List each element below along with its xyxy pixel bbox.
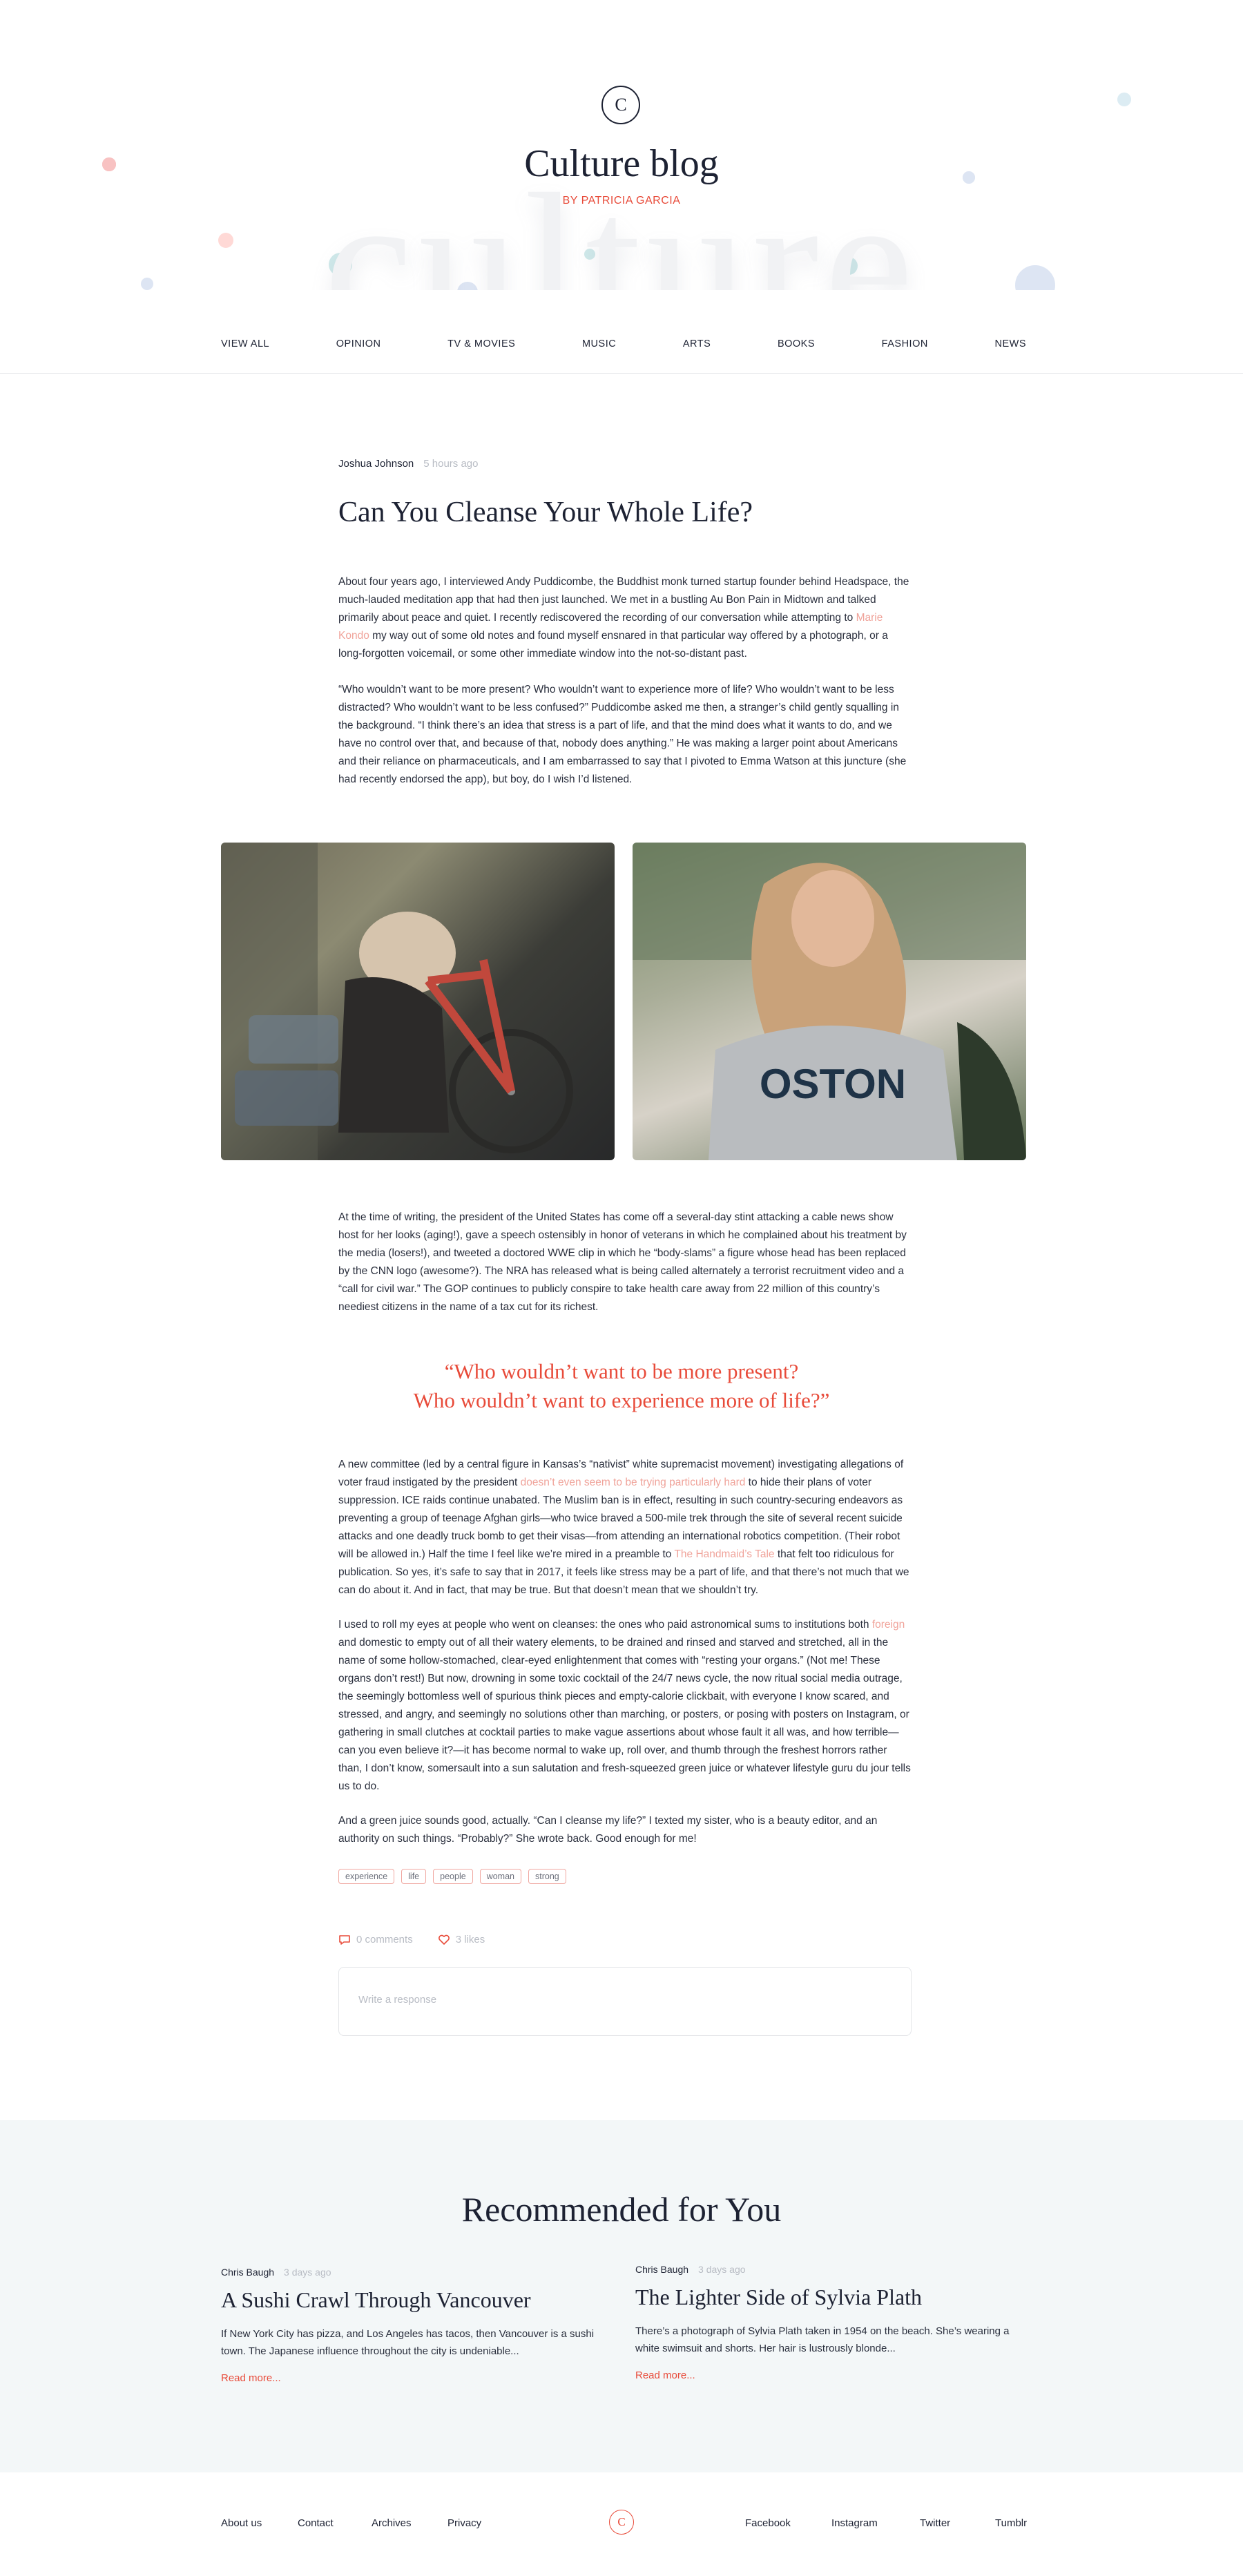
post-author[interactable]: Joshua Johnson bbox=[338, 458, 414, 470]
post-actions: 0 comments 3 likes bbox=[338, 1934, 912, 1945]
article-paragraph: A new committee (led by a central figure… bbox=[338, 1456, 912, 1599]
svg-text:OSTON: OSTON bbox=[760, 1061, 906, 1107]
article-paragraph: “Who wouldn’t want to be more present? W… bbox=[338, 684, 907, 785]
nav-item-fashion[interactable]: FASHION bbox=[882, 338, 928, 359]
paragraph-text: I used to roll my eyes at people who wen… bbox=[338, 1619, 872, 1631]
blog-title: Culture blog bbox=[524, 142, 719, 185]
post-title: Can You Cleanse Your Whole Life? bbox=[338, 497, 753, 528]
nav-item-tv-movies[interactable]: TV & MOVIES bbox=[447, 338, 515, 359]
comments-count: 0 comments bbox=[356, 1934, 413, 1945]
pull-quote: “Who wouldn’t want to be more present? W… bbox=[221, 1357, 1022, 1415]
footer-link-facebook[interactable]: Facebook bbox=[745, 2517, 791, 2529]
tag-experience[interactable]: experience bbox=[338, 1869, 395, 1884]
post-meta: Joshua Johnson 5 hours ago bbox=[338, 458, 912, 470]
article-paragraph: And a green juice sounds good, actually.… bbox=[338, 1815, 878, 1845]
card-time: 3 days ago bbox=[284, 2267, 331, 2278]
comments-button[interactable]: 0 comments bbox=[338, 1934, 413, 1945]
inline-link[interactable]: The Handmaid’s Tale bbox=[674, 1548, 774, 1560]
card-title[interactable]: A Sushi Crawl Through Vancouver bbox=[221, 2287, 608, 2313]
nav-item-opinion[interactable]: OPINION bbox=[336, 338, 381, 359]
card-meta: Chris Baugh 3 days ago bbox=[635, 2264, 1022, 2275]
card-author[interactable]: Chris Baugh bbox=[635, 2264, 688, 2275]
nav-item-music[interactable]: MUSIC bbox=[582, 338, 616, 359]
likes-count: 3 likes bbox=[455, 1934, 485, 1945]
blog-byline: BY PATRICIA GARCIA bbox=[562, 195, 681, 206]
main-nav: VIEW ALL OPINION TV & MOVIES MUSIC ARTS … bbox=[221, 338, 1026, 359]
post-time: 5 hours ago bbox=[423, 458, 479, 470]
article-photo-woman-bicycle bbox=[221, 843, 615, 1160]
tag-life[interactable]: life bbox=[401, 1869, 427, 1884]
recommended-section: Recommended for You Chris Baugh 3 days ag… bbox=[0, 2120, 1243, 2472]
nav-item-arts[interactable]: ARTS bbox=[683, 338, 711, 359]
recommended-card: Chris Baugh 3 days ago A Sushi Crawl Thro… bbox=[221, 2267, 608, 2384]
article-photo-woman-boston-tee: OSTON bbox=[633, 843, 1026, 1160]
card-time: 3 days ago bbox=[698, 2264, 746, 2275]
inline-link[interactable]: foreign bbox=[872, 1619, 905, 1631]
card-excerpt: There’s a photograph of Sylvia Plath tak… bbox=[635, 2325, 1010, 2354]
footer-link-about-us[interactable]: About us bbox=[221, 2517, 262, 2529]
footer-link-privacy[interactable]: Privacy bbox=[447, 2517, 481, 2529]
nav-item-view-all[interactable]: VIEW ALL bbox=[221, 338, 269, 359]
article-paragraph: About four years ago, I interviewed Andy… bbox=[338, 573, 912, 663]
inline-link[interactable]: doesn’t even seem to be trying particula… bbox=[521, 1477, 746, 1488]
paragraph-text: to hide their plans of voter suppression… bbox=[338, 1477, 903, 1560]
response-input[interactable] bbox=[358, 1994, 883, 2006]
logo[interactable]: C bbox=[601, 86, 640, 124]
tag-people[interactable]: people bbox=[433, 1869, 473, 1884]
nav-divider bbox=[0, 373, 1243, 374]
footer-link-instagram[interactable]: Instagram bbox=[831, 2517, 878, 2529]
pull-quote-line: Who wouldn’t want to experience more of … bbox=[413, 1388, 830, 1412]
recommended-title: Recommended for You bbox=[461, 2190, 782, 2229]
article-paragraph: At the time of writing, the president of… bbox=[338, 1211, 907, 1313]
blog-header: culture C Culture blog BY PATRICIA GARCI… bbox=[0, 0, 1243, 325]
card-excerpt: If New York City has pizza, and Los Ange… bbox=[221, 2328, 595, 2357]
article-paragraph: I used to roll my eyes at people who wen… bbox=[338, 1616, 912, 1796]
footer: About us Contact Archives Privacy C Face… bbox=[0, 2472, 1243, 2576]
footer-link-archives[interactable]: Archives bbox=[372, 2517, 412, 2529]
recommended-card: Chris Baugh 3 days ago The Lighter Side o… bbox=[635, 2264, 1022, 2381]
tag-list: experience life people woman strong bbox=[338, 1869, 912, 1884]
read-more-link[interactable]: Read more... bbox=[635, 2370, 1022, 2381]
likes-button[interactable]: 3 likes bbox=[438, 1934, 485, 1945]
response-box bbox=[338, 1967, 912, 2036]
nav-item-books[interactable]: BOOKS bbox=[778, 338, 815, 359]
read-more-link[interactable]: Read more... bbox=[221, 2372, 608, 2384]
footer-logo[interactable]: C bbox=[609, 2510, 634, 2535]
paragraph-text: my way out of some old notes and found m… bbox=[338, 630, 888, 660]
paragraph-text: About four years ago, I interviewed Andy… bbox=[338, 576, 909, 624]
photo-illustration bbox=[221, 843, 573, 1160]
pull-quote-line: “Who wouldn’t want to be more present? bbox=[444, 1359, 799, 1383]
decor-dot bbox=[1117, 93, 1131, 106]
comment-icon bbox=[339, 1934, 350, 1945]
card-meta: Chris Baugh 3 days ago bbox=[221, 2267, 608, 2278]
photo-illustration: OSTON bbox=[633, 843, 1026, 1160]
card-title[interactable]: The Lighter Side of Sylvia Plath bbox=[635, 2285, 1022, 2310]
tag-woman[interactable]: woman bbox=[479, 1869, 521, 1884]
paragraph-text: and domestic to empty out of all their w… bbox=[338, 1637, 911, 1792]
nav-item-news[interactable]: NEWS bbox=[994, 338, 1026, 359]
card-author[interactable]: Chris Baugh bbox=[221, 2267, 274, 2278]
footer-link-twitter[interactable]: Twitter bbox=[920, 2517, 950, 2529]
footer-link-tumblr[interactable]: Tumblr bbox=[995, 2517, 1027, 2529]
footer-link-contact[interactable]: Contact bbox=[298, 2517, 334, 2529]
header-fade bbox=[0, 290, 1243, 325]
heart-icon bbox=[438, 1934, 450, 1945]
tag-strong[interactable]: strong bbox=[528, 1869, 566, 1884]
